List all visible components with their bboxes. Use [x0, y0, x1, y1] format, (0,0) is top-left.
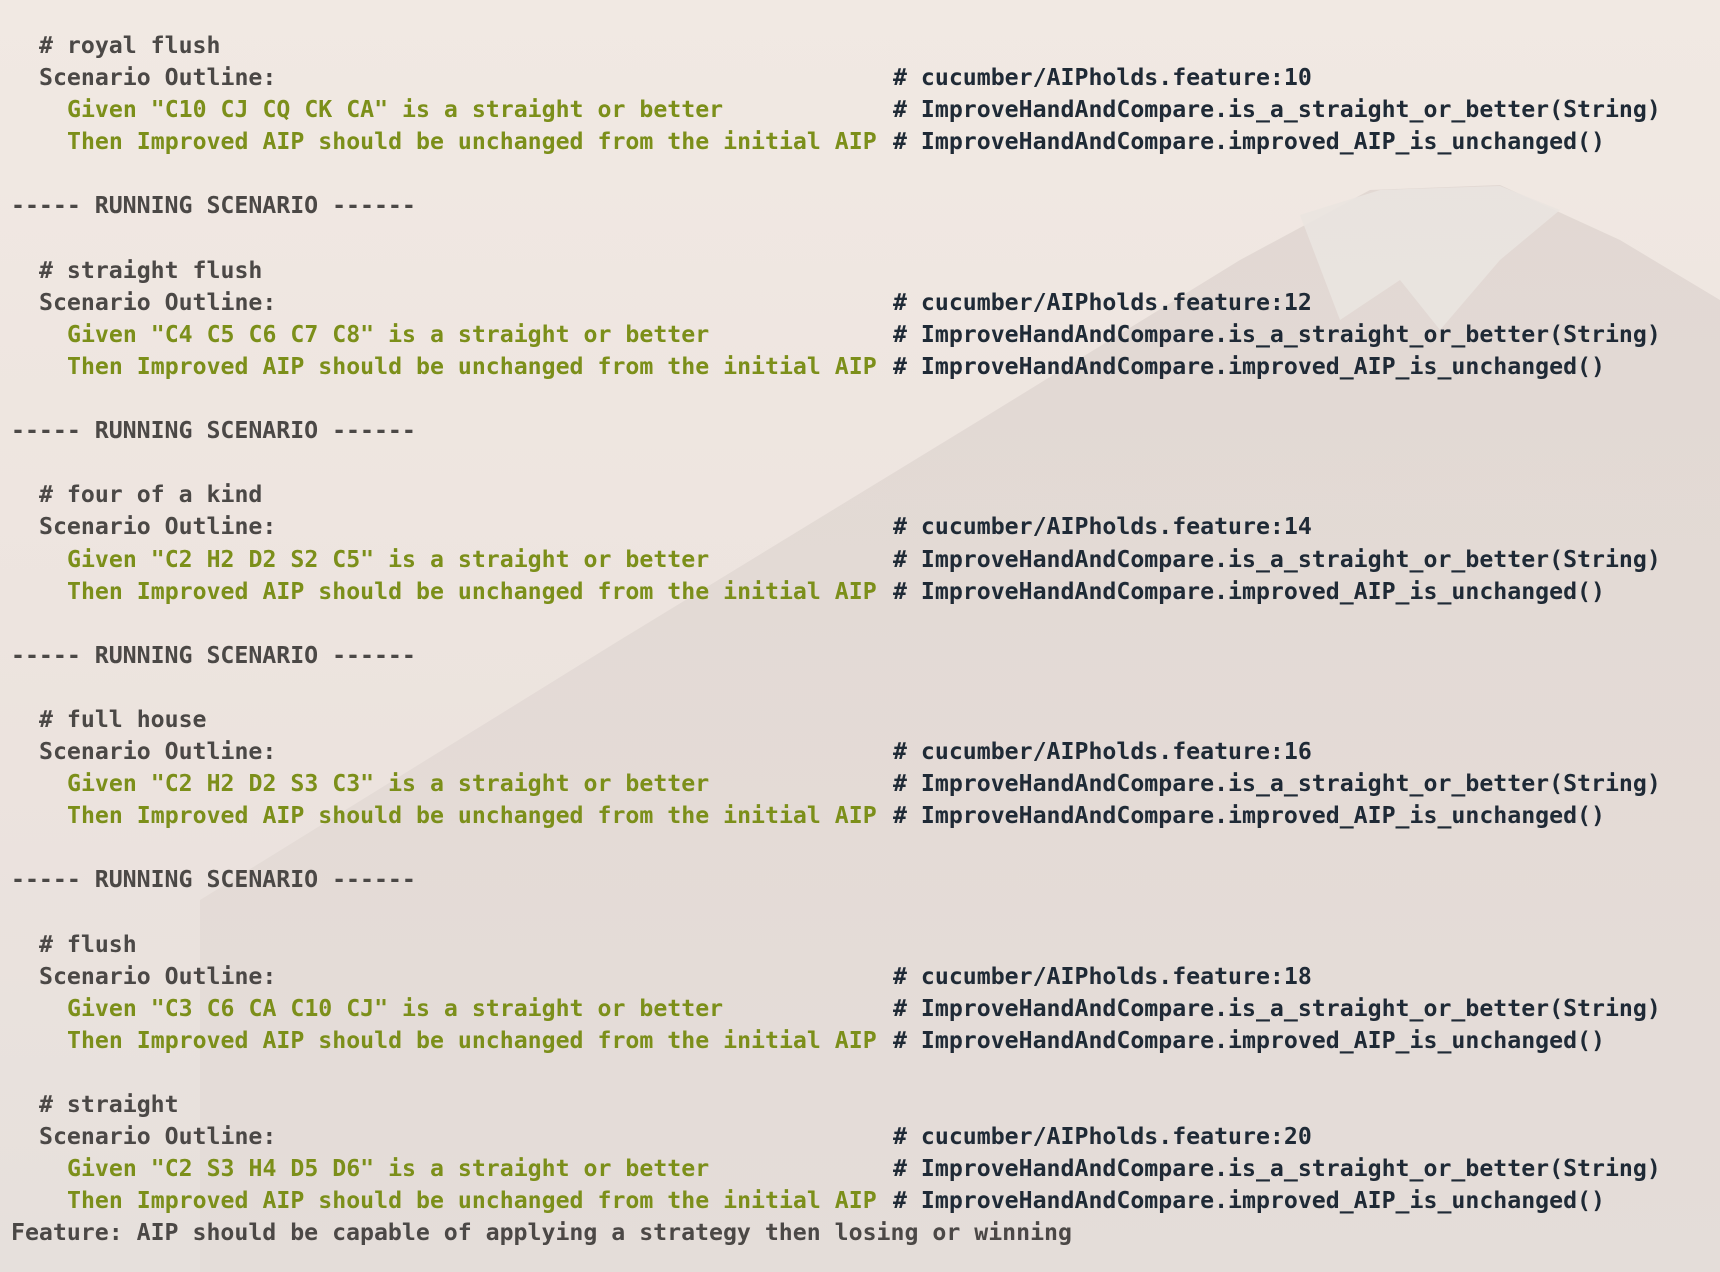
step-definition: # ImproveHandAndCompare.improved_AIP_is_…	[893, 1026, 1605, 1054]
step-definition: # ImproveHandAndCompare.improved_AIP_is_…	[893, 577, 1605, 605]
given-step-line: Given "C2 H2 D2 S2 C5" is a straight or …	[11, 544, 1661, 576]
then-step-line: Then Improved AIP should be unchanged fr…	[11, 351, 1605, 383]
scenario-outline-line: Scenario Outline: # cucumber/AIPholds.fea…	[11, 1121, 1312, 1153]
feature-location: # cucumber/AIPholds.feature:12	[893, 288, 1312, 316]
step-definition: # ImproveHandAndCompare.is_a_straight_or…	[893, 545, 1661, 573]
given-step: Given "C2 H2 D2 S3 C3" is a straight or …	[67, 770, 710, 798]
scenario-keyword: Scenario Outline:	[39, 513, 277, 541]
then-step: Then Improved AIP should be unchanged fr…	[67, 802, 877, 830]
feature-line: Feature: AIP should be capable of applyi…	[11, 1219, 1072, 1247]
then-step: Then Improved AIP should be unchanged fr…	[67, 1026, 877, 1054]
scenario-keyword: Scenario Outline:	[39, 64, 277, 92]
then-step-line: Then Improved AIP should be unchanged fr…	[11, 800, 1605, 832]
scenario-keyword: Scenario Outline:	[39, 962, 277, 990]
step-definition: # ImproveHandAndCompare.is_a_straight_or…	[893, 994, 1661, 1022]
scenario-comment: # full house	[39, 705, 207, 733]
scenario-comment: # straight flush	[39, 256, 263, 284]
then-step: Then Improved AIP should be unchanged fr…	[67, 352, 877, 380]
then-step: Then Improved AIP should be unchanged fr…	[67, 577, 877, 605]
running-scenario-banner: ----- RUNNING SCENARIO ------	[11, 866, 416, 894]
given-step: Given "C2 H2 D2 S2 C5" is a straight or …	[67, 545, 710, 573]
scenario-keyword: Scenario Outline:	[39, 288, 277, 316]
given-step-line: Given "C10 CJ CQ CK CA" is a straight or…	[11, 94, 1661, 126]
scenario-outline-line: Scenario Outline: # cucumber/AIPholds.fea…	[11, 736, 1312, 768]
feature-location: # cucumber/AIPholds.feature:18	[893, 962, 1312, 990]
running-scenario-banner: ----- RUNNING SCENARIO ------	[11, 192, 416, 220]
then-step-line: Then Improved AIP should be unchanged fr…	[11, 1025, 1605, 1057]
running-scenario-banner: ----- RUNNING SCENARIO ------	[11, 641, 416, 669]
step-definition: # ImproveHandAndCompare.is_a_straight_or…	[893, 1155, 1661, 1183]
scenario-outline-line: Scenario Outline: # cucumber/AIPholds.fea…	[11, 287, 1312, 319]
scenario-keyword: Scenario Outline:	[39, 738, 277, 766]
then-step-line: Then Improved AIP should be unchanged fr…	[11, 576, 1605, 608]
step-definition: # ImproveHandAndCompare.is_a_straight_or…	[893, 96, 1661, 124]
then-step: Then Improved AIP should be unchanged fr…	[67, 128, 877, 156]
given-step: Given "C4 C5 C6 C7 C8" is a straight or …	[67, 320, 710, 348]
then-step-line: Then Improved AIP should be unchanged fr…	[11, 1185, 1605, 1217]
feature-location: # cucumber/AIPholds.feature:10	[893, 64, 1312, 92]
step-definition: # ImproveHandAndCompare.improved_AIP_is_…	[893, 128, 1605, 156]
given-step-line: Given "C4 C5 C6 C7 C8" is a straight or …	[11, 319, 1661, 351]
scenario-outline-line: Scenario Outline: # cucumber/AIPholds.fea…	[11, 961, 1312, 993]
scenario-keyword: Scenario Outline:	[39, 1123, 277, 1151]
given-step: Given "C3 C6 CA C10 CJ" is a straight or…	[67, 994, 724, 1022]
scenario-comment: # flush	[39, 930, 137, 958]
given-step: Given "C2 S3 H4 D5 D6" is a straight or …	[67, 1155, 710, 1183]
step-definition: # ImproveHandAndCompare.improved_AIP_is_…	[893, 1187, 1605, 1215]
step-definition: # ImproveHandAndCompare.improved_AIP_is_…	[893, 352, 1605, 380]
then-step: Then Improved AIP should be unchanged fr…	[67, 1187, 877, 1215]
feature-location: # cucumber/AIPholds.feature:14	[893, 513, 1312, 541]
then-step-line: Then Improved AIP should be unchanged fr…	[11, 126, 1605, 158]
given-step-line: Given "C2 S3 H4 D5 D6" is a straight or …	[11, 1153, 1661, 1185]
scenario-comment: # royal flush	[39, 32, 221, 59]
terminal-output[interactable]: # royal flush Scenario Outline: # cucumbe…	[11, 30, 1661, 1250]
given-step-line: Given "C2 H2 D2 S3 C3" is a straight or …	[11, 768, 1661, 800]
scenario-comment: # four of a kind	[39, 481, 263, 509]
feature-location: # cucumber/AIPholds.feature:20	[893, 1123, 1312, 1151]
running-scenario-banner: ----- RUNNING SCENARIO ------	[11, 417, 416, 445]
step-definition: # ImproveHandAndCompare.is_a_straight_or…	[893, 320, 1661, 348]
step-definition: # ImproveHandAndCompare.improved_AIP_is_…	[893, 802, 1605, 830]
scenario-outline-line: Scenario Outline: # cucumber/AIPholds.fea…	[11, 511, 1312, 543]
scenario-outline-line: Scenario Outline: # cucumber/AIPholds.fea…	[11, 62, 1312, 94]
given-step: Given "C10 CJ CQ CK CA" is a straight or…	[67, 96, 724, 124]
feature-location: # cucumber/AIPholds.feature:16	[893, 738, 1312, 766]
step-definition: # ImproveHandAndCompare.is_a_straight_or…	[893, 770, 1661, 798]
given-step-line: Given "C3 C6 CA C10 CJ" is a straight or…	[11, 993, 1661, 1025]
scenario-comment: # straight	[39, 1091, 179, 1119]
